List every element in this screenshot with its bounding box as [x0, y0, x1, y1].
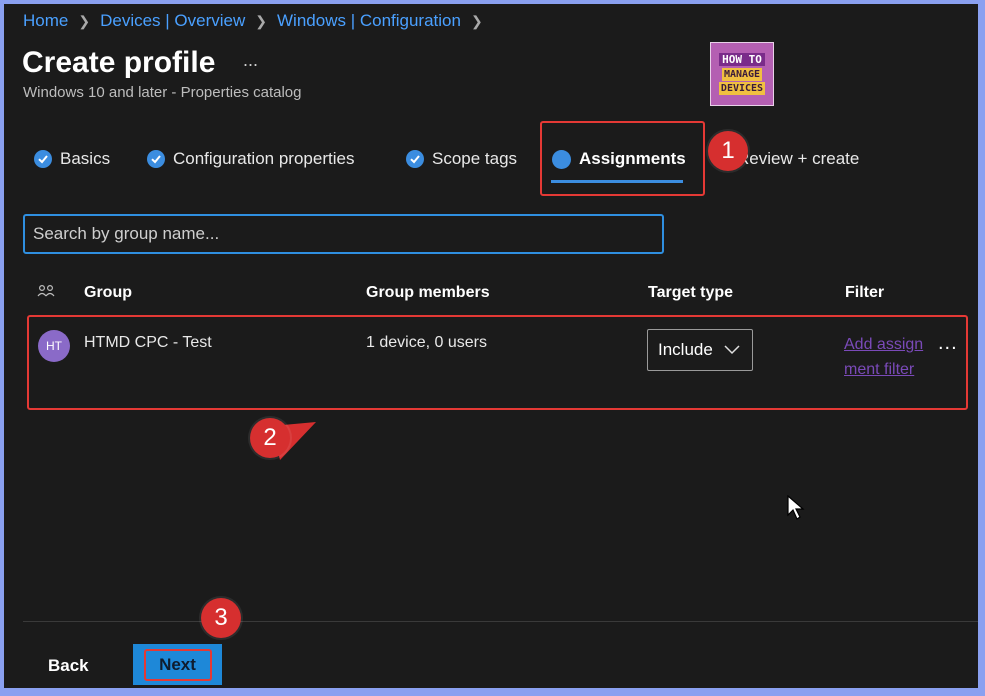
- breadcrumb-windows-configuration[interactable]: Windows | Configuration: [277, 11, 461, 31]
- column-header-filter: Filter: [845, 284, 885, 301]
- logo-line-1: HOW TO: [719, 53, 765, 66]
- page-title: Create profile: [22, 46, 216, 79]
- footer-divider: [23, 621, 978, 622]
- annotation-badge-2: 2: [250, 418, 290, 458]
- tab-label: Configuration properties: [173, 149, 355, 168]
- logo-line-3: DEVICES: [718, 82, 766, 95]
- chevron-right-icon: ❯: [255, 12, 268, 29]
- more-options-button[interactable]: ...: [243, 50, 258, 71]
- annotation-badge-3: 3: [201, 598, 241, 638]
- annotation-highlight-next: [144, 649, 212, 681]
- group-icon: [37, 283, 55, 304]
- annotation-highlight-assignments: [540, 121, 705, 196]
- tab-basics[interactable]: Basics: [34, 147, 110, 171]
- chevron-right-icon: ❯: [470, 12, 483, 29]
- breadcrumb-home[interactable]: Home: [23, 11, 68, 31]
- tab-label: Review + create: [737, 149, 860, 168]
- tab-label: Scope tags: [432, 149, 518, 168]
- annotation-highlight-row: [27, 315, 968, 410]
- column-header-group-members: Group members: [366, 284, 490, 301]
- search-input[interactable]: [23, 214, 664, 254]
- checkmark-icon: [34, 150, 52, 168]
- column-header-target-type: Target type: [648, 284, 734, 301]
- breadcrumb-devices-overview[interactable]: Devices | Overview: [100, 11, 245, 31]
- main-frame: Home ❯ Devices | Overview ❯ Windows | Co…: [4, 4, 978, 688]
- checkmark-icon: [406, 150, 424, 168]
- back-button[interactable]: Back: [48, 656, 89, 676]
- howto-manage-devices-logo: HOW TO MANAGE DEVICES: [710, 42, 774, 106]
- checkmark-icon: [147, 150, 165, 168]
- chevron-right-icon: ❯: [78, 12, 91, 29]
- tab-configuration-properties[interactable]: Configuration properties: [147, 147, 354, 171]
- tab-review-create[interactable]: Review + create: [737, 147, 859, 171]
- annotation-badge-1: 1: [708, 131, 748, 171]
- column-header-group: Group: [84, 284, 132, 301]
- page-subtitle: Windows 10 and later - Properties catalo…: [23, 84, 302, 101]
- logo-line-2: MANAGE: [721, 68, 763, 81]
- mouse-pointer-icon: [787, 495, 805, 520]
- tab-label: Basics: [60, 149, 111, 168]
- breadcrumb: Home ❯ Devices | Overview ❯ Windows | Co…: [23, 11, 493, 31]
- tab-scope-tags[interactable]: Scope tags: [406, 147, 517, 171]
